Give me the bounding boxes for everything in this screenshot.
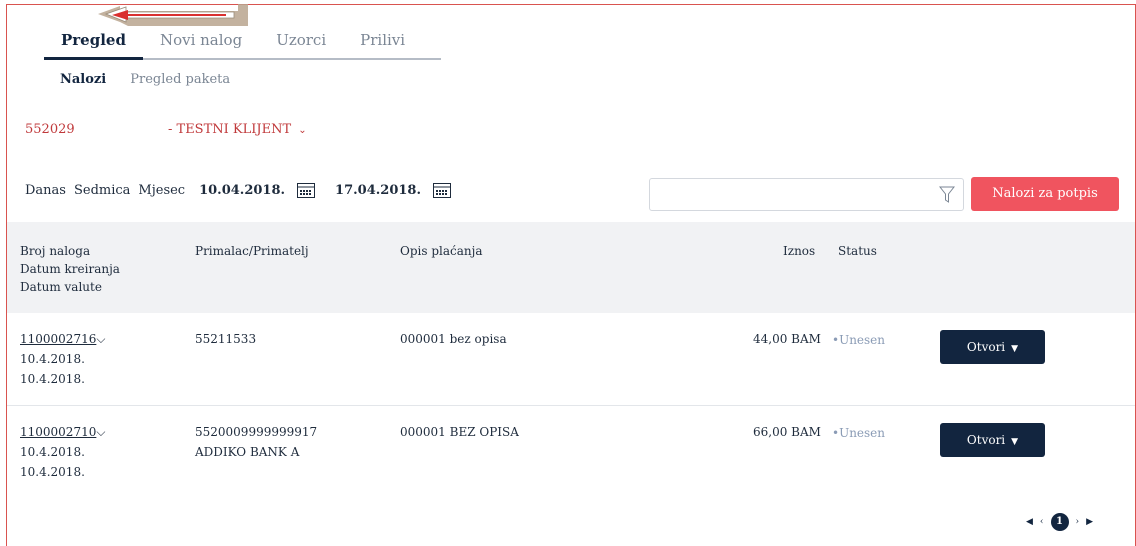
date-from[interactable]: 10.04.2018. [199,183,285,198]
client-selector[interactable]: - TESTNI KLIJENT ⌄ [168,122,307,137]
search-box [649,178,964,211]
tab-pregled[interactable]: Pregled [44,30,143,60]
date-filter-row: Danas Sedmica Mjesec 10.04.2018. 17.04.2… [25,182,451,198]
chevron-down-icon[interactable]: ⌵ [96,425,105,439]
open-button-label: Otvori [966,433,1006,447]
first-page-icon[interactable]: ◀ [1026,517,1033,527]
header-status: Status [838,244,877,258]
recipient-name: ADDIKO BANK A [195,445,300,459]
table-row: 1100002710⌵ 10.4.2018. 10.4.2018. 552000… [7,406,1135,499]
orders-to-sign-button[interactable]: Nalozi za potpis [971,177,1119,211]
header-value-date-label: Datum valute [20,280,102,294]
value-date: 10.4.2018. [20,372,85,386]
status-badge: •Unesen [832,426,886,440]
status-text: Unesen [839,426,886,440]
recipient-cell: 55211533 [195,329,256,349]
search-input[interactable] [650,179,920,210]
status-text: Unesen [839,333,886,347]
main-tabs: Pregled Novi nalog Uzorci Prilivi [44,30,441,60]
created-date: 10.4.2018. [20,445,85,459]
page-number[interactable]: 1 [1050,513,1069,531]
order-number[interactable]: 1100002710 [20,425,96,439]
order-cell: 1100002710⌵ 10.4.2018. 10.4.2018. [20,422,105,482]
amount-cell: 44,00 BAM [753,332,821,346]
tab-novi-nalog[interactable]: Novi nalog [143,30,259,58]
recipient-account: 55211533 [195,332,257,346]
filter-icon[interactable] [939,186,955,203]
date-to[interactable]: 17.04.2018. [335,183,421,198]
period-today[interactable]: Danas [25,183,66,198]
client-id: 552029 [25,122,75,137]
description-cell: 000001 BEZ OPISA [400,425,519,439]
status-badge: •Unesen [832,333,886,347]
next-page-icon[interactable]: › [1076,517,1080,527]
order-cell: 1100002716⌵ 10.4.2018. 10.4.2018. [20,329,105,389]
recipient-cell: 5520009999999917 ADDIKO BANK A [195,422,317,462]
order-number[interactable]: 1100002716 [20,332,96,346]
chevron-down-icon[interactable]: ⌵ [96,332,105,346]
caret-down-icon: ▼ [1011,344,1019,354]
last-page-icon[interactable]: ▶ [1086,517,1093,527]
table-header: Broj naloga Datum kreiranja Datum valute… [7,222,1135,313]
tab-uzorci[interactable]: Uzorci [259,30,343,58]
calendar-icon[interactable] [433,182,451,198]
open-button[interactable]: Otvori ▼ [940,330,1045,364]
pagination: ◀ ‹ 1 › ▶ [1026,513,1093,531]
order-number-link[interactable]: 1100002710⌵ [20,422,105,442]
period-week[interactable]: Sedmica [74,183,130,198]
period-month[interactable]: Mjesec [138,183,185,198]
subtab-pregled-paketa[interactable]: Pregled paketa [130,72,230,87]
prev-page-icon[interactable]: ‹ [1040,517,1044,527]
header-order-no-label: Broj naloga [20,244,91,258]
sub-tabs: Nalozi Pregled paketa [60,72,230,87]
table-row: 1100002716⌵ 10.4.2018. 10.4.2018. 552115… [7,313,1135,406]
subtab-nalozi[interactable]: Nalozi [60,72,106,87]
header-recipient: Primalac/Primatelj [195,244,309,258]
caret-down-icon: ▼ [1011,437,1019,447]
open-button-label: Otvori [966,340,1006,354]
header-amount: Iznos [783,244,816,258]
value-date: 10.4.2018. [20,465,85,479]
order-number-link[interactable]: 1100002716⌵ [20,329,105,349]
calendar-icon[interactable] [297,182,316,198]
header-order-number: Broj naloga Datum kreiranja Datum valute [20,242,120,296]
header-created-label: Datum kreiranja [20,262,120,276]
client-name: - TESTNI KLIJENT [168,122,292,137]
description-cell: 000001 bez opisa [400,332,507,346]
arrow-annotation-icon [98,4,248,26]
header-description: Opis plaćanja [400,244,483,258]
tab-prilivi[interactable]: Prilivi [343,30,422,58]
amount-cell: 66,00 BAM [753,425,821,439]
open-button[interactable]: Otvori ▼ [940,423,1045,457]
created-date: 10.4.2018. [20,352,85,366]
chevron-down-icon: ⌄ [298,125,307,136]
recipient-account: 5520009999999917 [195,425,318,439]
